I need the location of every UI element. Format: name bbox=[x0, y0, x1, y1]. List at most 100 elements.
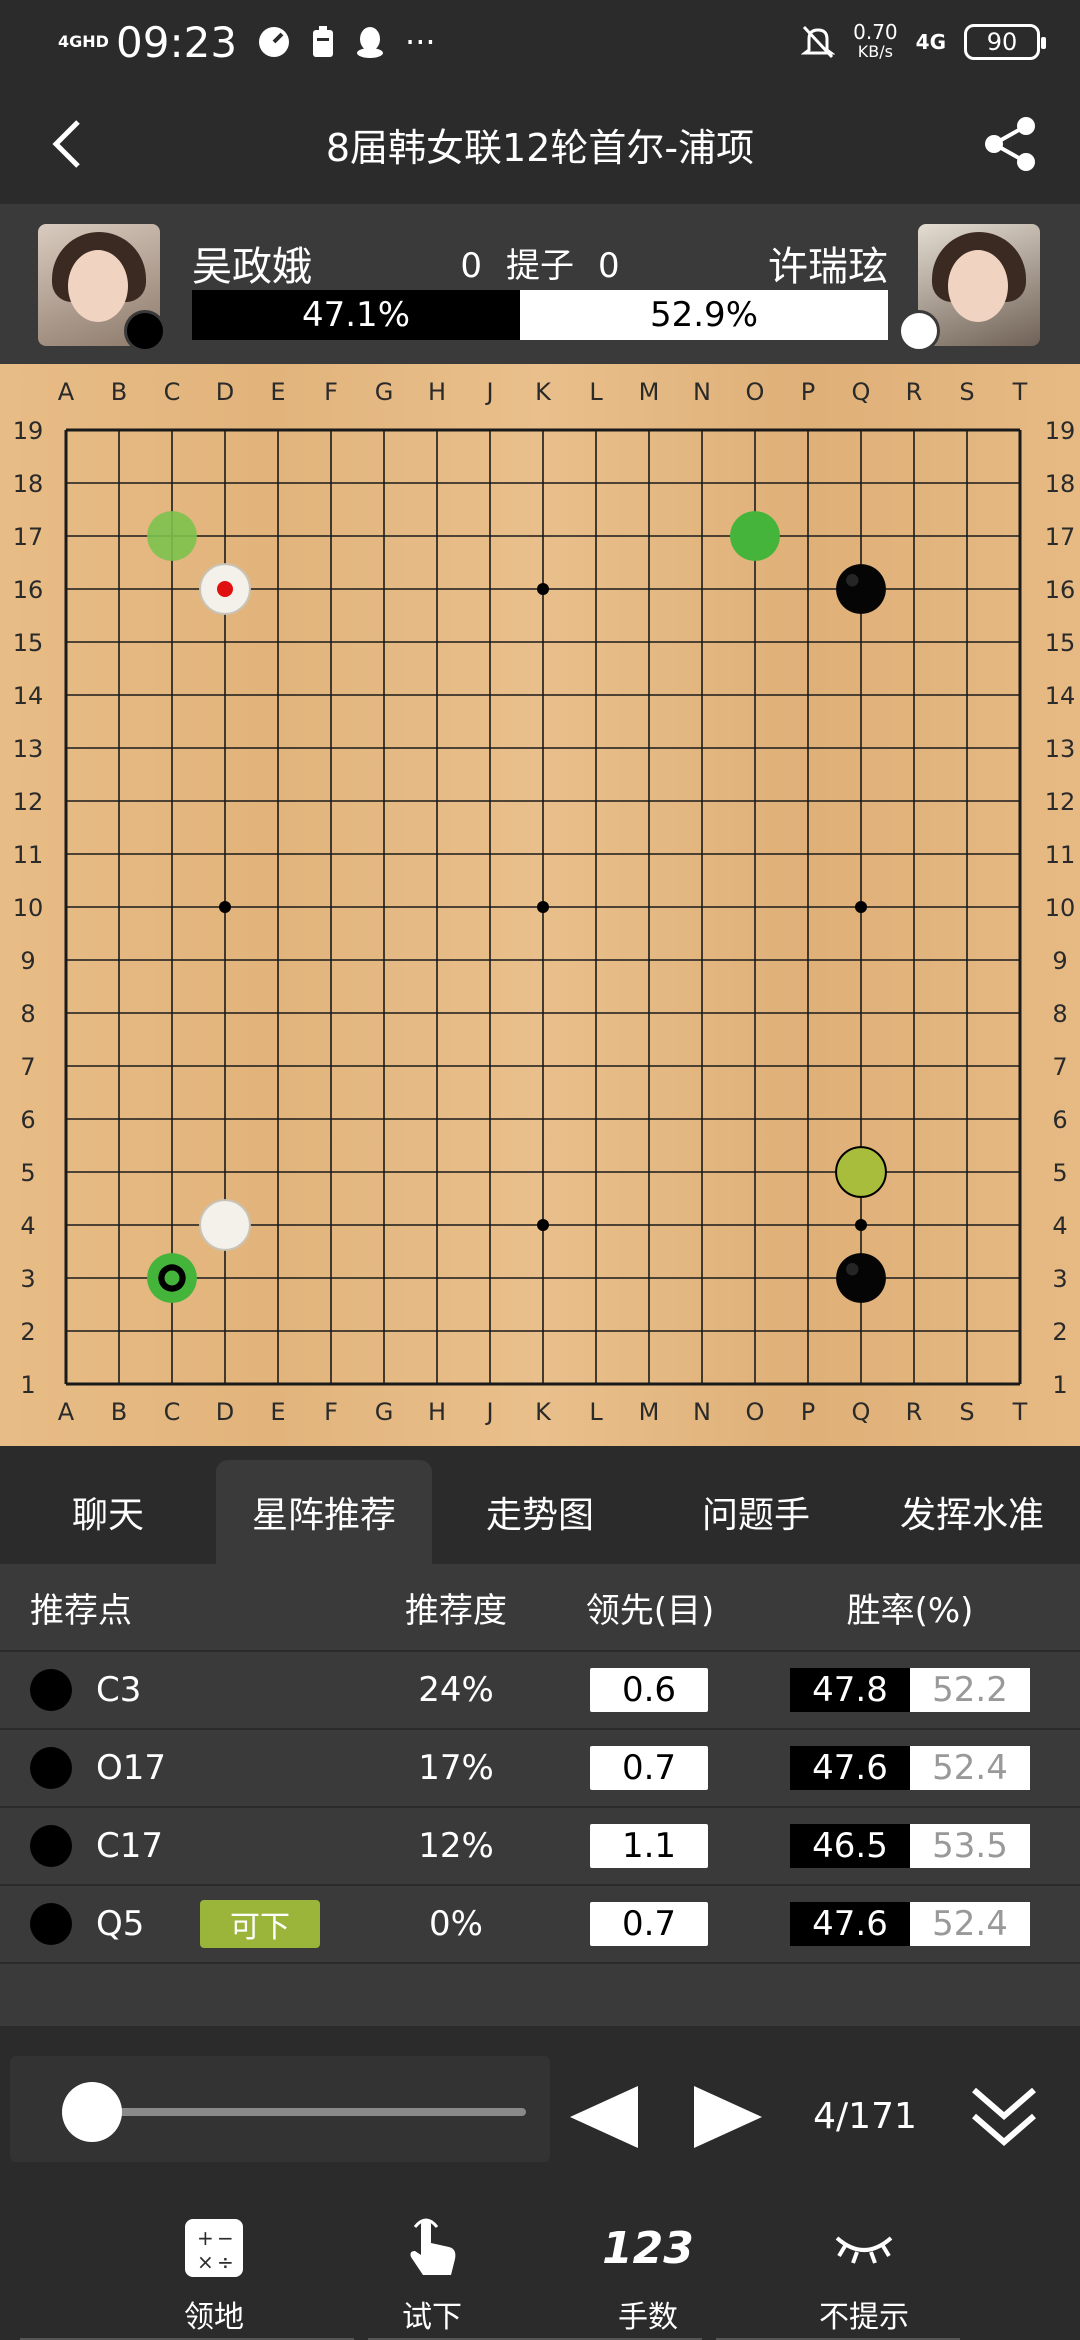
black-stone-icon bbox=[30, 1669, 72, 1711]
next-move-icon[interactable] bbox=[690, 2082, 766, 2152]
playback-controls: 4/171 bbox=[0, 2026, 1080, 2186]
row-label: 18 bbox=[1045, 470, 1076, 498]
territory-button[interactable]: + − × ÷ 领地 bbox=[144, 2210, 284, 2336]
header-winrate: 胜率(%) bbox=[846, 1590, 974, 1631]
winrate-bar: 47.1% 52.9% bbox=[192, 290, 888, 340]
row-label: 18 bbox=[13, 470, 44, 498]
tab-problem-moves[interactable]: 问题手 bbox=[648, 1460, 864, 1564]
black-win: 47.8 bbox=[790, 1668, 910, 1712]
row-label: 19 bbox=[13, 417, 44, 445]
svg-text:×: × bbox=[197, 2250, 214, 2274]
no-hint-button[interactable]: 不提示 bbox=[794, 2210, 934, 2336]
column-label: L bbox=[589, 1398, 603, 1426]
battery-saver-icon bbox=[313, 26, 334, 57]
white-win: 52.4 bbox=[910, 1746, 1030, 1790]
white-win: 52.4 bbox=[910, 1902, 1030, 1946]
white-win: 53.5 bbox=[910, 1824, 1030, 1868]
page-title: 8届韩女联12轮首尔-浦项 bbox=[325, 125, 755, 170]
column-label: B bbox=[111, 378, 127, 406]
row-label: 17 bbox=[1045, 523, 1076, 551]
column-label: R bbox=[906, 378, 923, 406]
row-label: 2 bbox=[1052, 1318, 1067, 1346]
row-label: 17 bbox=[13, 523, 44, 551]
star-point bbox=[219, 901, 231, 913]
back-arrow-icon[interactable] bbox=[40, 114, 100, 174]
captures-label: 提子 bbox=[506, 246, 574, 286]
signal-type: 4G bbox=[915, 30, 946, 54]
go-board[interactable]: A A B B C C D D E E F F G G H H J J K K L L M M N N O O P P Q Q R R S S T T 19… bbox=[0, 364, 1080, 1446]
move-counter: 4/171 bbox=[813, 2096, 917, 2137]
try-move-button[interactable]: 试下 bbox=[362, 2210, 502, 2336]
slider-thumb[interactable] bbox=[62, 2082, 122, 2142]
net-speed: 0.70 KB/s bbox=[853, 22, 898, 62]
no-hint-label: 不提示 bbox=[819, 2300, 909, 2335]
closed-eye-icon bbox=[794, 2210, 934, 2286]
net-speed-unit: KB/s bbox=[857, 42, 893, 61]
star-point bbox=[537, 901, 549, 913]
white-player-name: 许瑞玹 bbox=[768, 244, 888, 290]
column-label: T bbox=[1012, 1398, 1028, 1426]
suggestion-marker[interactable] bbox=[147, 511, 197, 561]
more-icon: ··· bbox=[405, 23, 436, 61]
row-winrate: 47.6 52.4 bbox=[790, 1902, 1030, 1946]
collapse-chevron-icon[interactable] bbox=[966, 2078, 1042, 2154]
row-label: 16 bbox=[13, 576, 44, 604]
move-numbers-button[interactable]: 123 手数 bbox=[578, 2210, 718, 2336]
players-panel: 吴政娥 0 提子 0 许瑞玹 47.1% 52.9% bbox=[0, 204, 1080, 364]
row-lead: 0.7 bbox=[590, 1746, 708, 1790]
suggestion-marker[interactable] bbox=[730, 511, 780, 561]
black-stone-icon bbox=[30, 1825, 72, 1867]
status-right: 0.70 KB/s 4G 90 bbox=[801, 22, 1046, 62]
table-header: 推荐点 推荐度 领先(目) 胜率(%) bbox=[0, 1564, 1080, 1652]
column-label: Q bbox=[852, 1398, 871, 1426]
net-speed-value: 0.70 bbox=[853, 20, 898, 44]
black-win: 47.6 bbox=[790, 1902, 910, 1946]
row-point: C3 bbox=[30, 1669, 141, 1711]
previous-move-icon[interactable] bbox=[566, 2082, 642, 2152]
tab-trend-chart[interactable]: 走势图 bbox=[432, 1460, 648, 1564]
tab-performance[interactable]: 发挥水准 bbox=[864, 1460, 1080, 1564]
table-row[interactable]: C17 12% 1.1 46.5 53.5 bbox=[0, 1808, 1080, 1886]
column-label: R bbox=[906, 1398, 923, 1426]
row-label: 6 bbox=[1052, 1106, 1067, 1134]
white-stone-badge bbox=[898, 310, 940, 352]
suggestion-marker[interactable] bbox=[835, 1146, 887, 1198]
slider-track[interactable] bbox=[80, 2108, 526, 2116]
column-label: D bbox=[216, 1398, 234, 1426]
svg-text:÷: ÷ bbox=[217, 2250, 234, 2274]
svg-text:+: + bbox=[197, 2226, 214, 2250]
row-label: 10 bbox=[13, 894, 44, 922]
tab-chat[interactable]: 聊天 bbox=[0, 1460, 216, 1564]
row-point: O17 bbox=[30, 1747, 166, 1789]
row-label: 3 bbox=[20, 1265, 35, 1293]
row-label: 11 bbox=[1045, 841, 1076, 869]
point-label: C3 bbox=[96, 1670, 142, 1710]
playable-badge: 可下 bbox=[200, 1900, 320, 1948]
row-label: 4 bbox=[1052, 1212, 1067, 1240]
share-icon[interactable] bbox=[980, 114, 1040, 174]
black-stone-badge bbox=[124, 310, 166, 352]
column-label: L bbox=[589, 378, 603, 406]
move-slider[interactable] bbox=[10, 2056, 550, 2162]
tab-bar: 聊天 星阵推荐 走势图 问题手 发挥水准 bbox=[0, 1446, 1080, 1564]
column-label: E bbox=[270, 1398, 285, 1426]
table-row[interactable]: C3 24% 0.6 47.8 52.2 bbox=[0, 1652, 1080, 1730]
black-stone-icon bbox=[30, 1747, 72, 1789]
table-row[interactable]: Q5 可下 0% 0.7 47.6 52.4 bbox=[0, 1886, 1080, 1964]
star-point bbox=[537, 1219, 549, 1231]
board-grid[interactable]: AABBCCDDEEFFGGHHJJKKLLMMNNOOPPQQRRSSTT19… bbox=[0, 364, 1080, 1446]
title-bar: 8届韩女联12轮首尔-浦项 bbox=[0, 84, 1080, 204]
table-row[interactable]: O17 17% 0.7 47.6 52.4 bbox=[0, 1730, 1080, 1808]
stone-highlight bbox=[846, 1263, 859, 1276]
column-label: O bbox=[746, 1398, 765, 1426]
suggestion-ring-center bbox=[164, 1270, 180, 1286]
status-icons: ··· bbox=[257, 23, 436, 61]
row-label: 8 bbox=[20, 1000, 35, 1028]
row-label: 15 bbox=[1045, 629, 1076, 657]
column-label: F bbox=[324, 1398, 338, 1426]
column-label: O bbox=[746, 378, 765, 406]
white-winrate: 52.9% bbox=[520, 290, 888, 340]
row-label: 6 bbox=[20, 1106, 35, 1134]
tab-recommend[interactable]: 星阵推荐 bbox=[216, 1460, 432, 1564]
point-label: Q5 bbox=[96, 1904, 145, 1944]
